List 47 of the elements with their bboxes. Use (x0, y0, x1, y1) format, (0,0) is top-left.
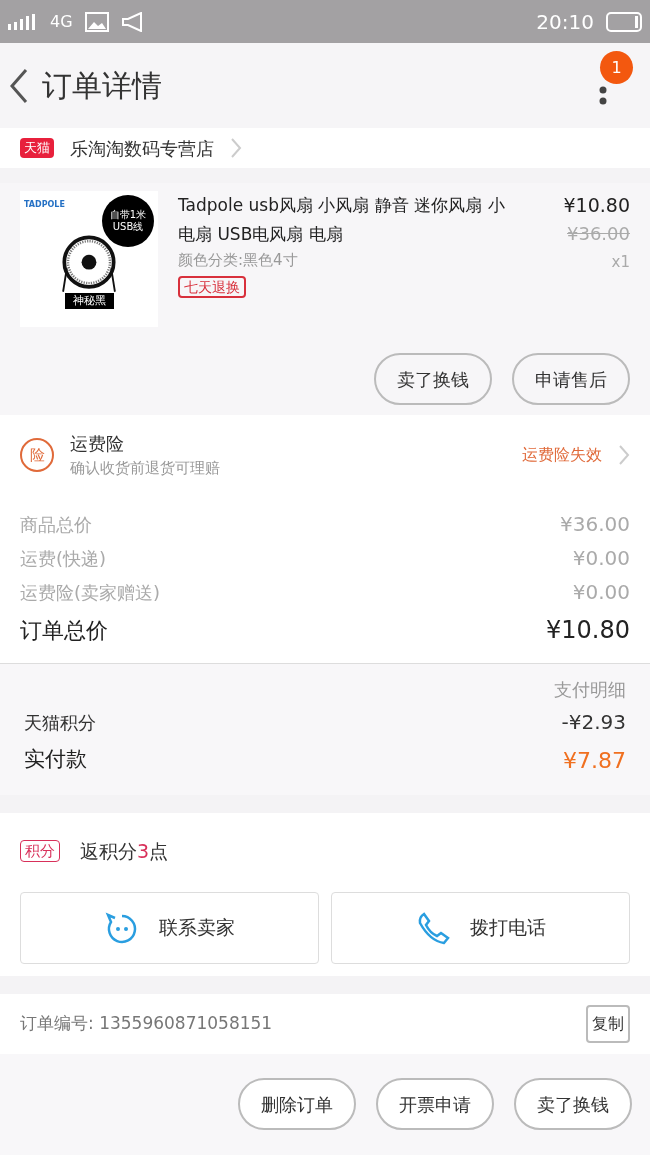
back-icon[interactable] (8, 67, 30, 104)
tmall-badge: 天猫 (20, 138, 54, 158)
quantity: x1 (611, 251, 630, 273)
payment-value: ¥7.87 (563, 746, 626, 775)
points-badge: 积分 (20, 840, 60, 863)
order-number: 订单编号: 1355960871058151 (20, 1011, 273, 1035)
copy-button[interactable]: 复制 (586, 1004, 630, 1043)
order-action-button[interactable]: 申请售后 (512, 353, 630, 405)
photo-tag: 自带1米USB线 (102, 195, 154, 247)
payment-label: 天猫积分 (24, 710, 96, 735)
signal-icon (8, 13, 38, 30)
product-price: ¥10.80 (563, 193, 630, 218)
bottom-action-button[interactable]: 开票申请 (376, 1078, 494, 1131)
chat-bubble-icon (104, 910, 139, 945)
order-action-button[interactable]: 卖了换钱 (374, 353, 492, 405)
photo-caption: 神秘黑 (64, 293, 114, 309)
insurance-icon: 险 (20, 438, 54, 472)
payment-value: -¥2.93 (561, 709, 626, 736)
summary-value: ¥36.00 (560, 511, 630, 538)
battery-icon (606, 11, 642, 32)
network-label: 4G (50, 10, 73, 33)
payment-label: 实付款 (24, 746, 87, 774)
points-text: 返积分3点 (80, 839, 169, 864)
product-title[interactable]: Tadpole usb风扇 小风扇 静音 迷你风扇 小电扇 USB电风扇 电扇 (178, 191, 520, 249)
speaker-icon (120, 11, 145, 32)
page-title: 订单详情 (42, 67, 162, 105)
summary-value: ¥0.00 (572, 545, 630, 572)
summary-value: ¥10.80 (546, 615, 630, 646)
photo-brand: TADPOLE (24, 199, 65, 211)
store-name[interactable]: 乐淘淘数码专营店 (70, 134, 214, 162)
contact-button[interactable]: 联系卖家 (20, 891, 319, 964)
summary-label: 商品总价 (20, 512, 92, 537)
return-tag: 七天退换 (178, 275, 246, 298)
summary-value: ¥0.00 (572, 579, 630, 606)
bottom-action-button[interactable]: 删除订单 (238, 1078, 356, 1131)
product-variant: 颜色分类:黑色4寸 (178, 250, 299, 271)
contact-button[interactable]: 拨打电话 (331, 891, 630, 964)
clock-time: 20:10 (536, 8, 594, 36)
bottom-action-button[interactable]: 卖了换钱 (514, 1078, 632, 1131)
summary-label: 订单总价 (20, 616, 108, 645)
image-icon (84, 11, 109, 32)
summary-label: 运费(快递) (20, 546, 107, 571)
notification-badge: 1 (600, 51, 633, 84)
summary-label: 运费险(卖家赠送) (20, 580, 161, 605)
insurance-title: 运费险 (70, 432, 125, 457)
insurance-subtitle: 确认收货前退货可理赔 (70, 458, 221, 480)
original-price: ¥36.00 (567, 221, 630, 246)
